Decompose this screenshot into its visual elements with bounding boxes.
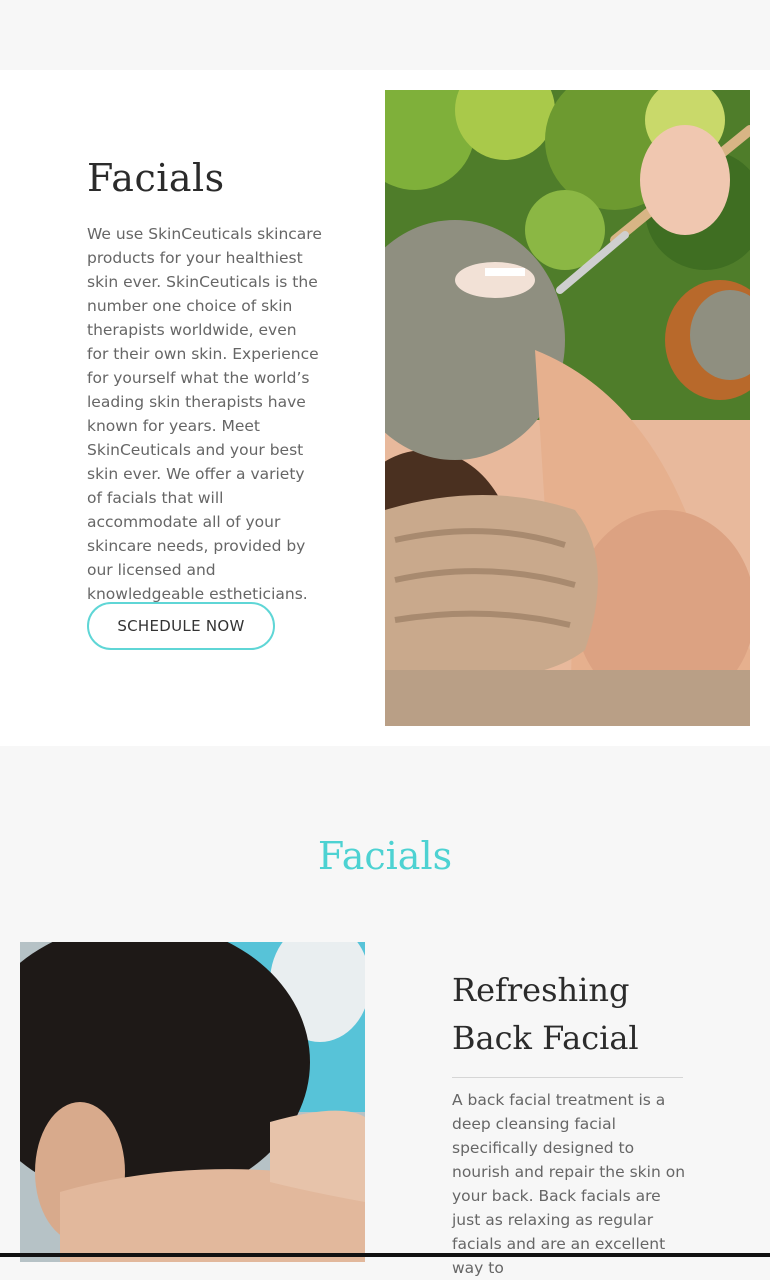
- card-description: A back facial treatment is a deep cleans…: [452, 1091, 686, 1277]
- card-title: Refreshing Back Facial: [452, 971, 639, 1057]
- top-band: [0, 0, 770, 70]
- card-divider: [452, 1077, 683, 1078]
- bottom-edge: [0, 1253, 770, 1257]
- section-heading: Facials: [317, 834, 453, 878]
- schedule-now-button[interactable]: SCHEDULE NOW: [87, 602, 275, 650]
- hero-section: Facials We use SkinCeuticals skincare pr…: [0, 70, 770, 746]
- back-facial-photo: [20, 942, 365, 1262]
- hero-title: Facials: [87, 156, 225, 200]
- hero-description: We use SkinCeuticals skincare products f…: [87, 225, 322, 603]
- facials-services-section: Facials Refreshing Back Facial A back fa…: [0, 746, 770, 1277]
- facial-mask-photo: [385, 90, 750, 726]
